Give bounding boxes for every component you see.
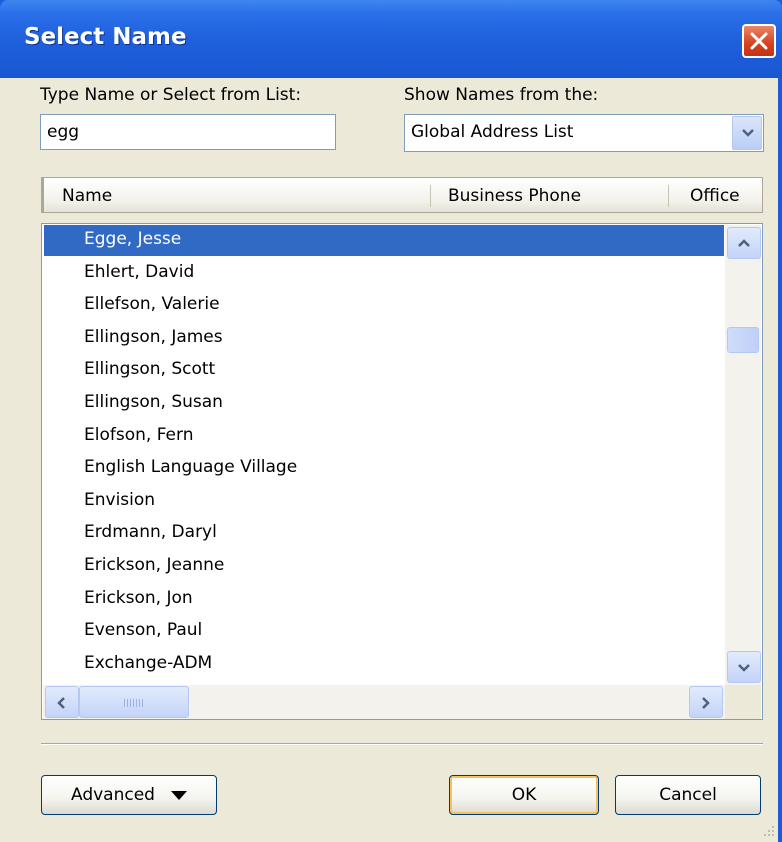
list-item[interactable]: Ehlert, David: [44, 258, 724, 289]
list-item[interactable]: English Language Village: [44, 453, 724, 484]
chevron-right-icon: [702, 697, 710, 709]
cancel-button[interactable]: Cancel: [615, 775, 761, 815]
address-list-dropdown[interactable]: Global Address List: [404, 114, 764, 152]
scroll-left-button[interactable]: [45, 686, 79, 718]
cancel-button-label: Cancel: [659, 785, 717, 805]
list-item[interactable]: Erickson, Jon: [44, 584, 724, 615]
list-item-name: Ehlert, David: [84, 261, 195, 282]
list-item-name: English Language Village: [84, 457, 298, 478]
list-item[interactable]: Ellingson, Scott: [44, 355, 724, 386]
advanced-button-label: Advanced: [71, 785, 155, 805]
column-header-office[interactable]: Office: [690, 186, 740, 206]
column-header-name[interactable]: Name: [62, 186, 112, 206]
select-name-dialog: Select Name Type Name or Select from Lis…: [0, 0, 782, 842]
vertical-scroll-thumb[interactable]: [727, 327, 759, 353]
grip-icon: [124, 699, 144, 707]
list-item-name: Erickson, Jon: [84, 587, 193, 608]
scroll-up-button[interactable]: [727, 227, 761, 259]
list-item[interactable]: Envision: [44, 486, 724, 517]
caret-down-icon: [170, 790, 187, 800]
resize-grip-icon[interactable]: [760, 822, 776, 838]
list-item-name: Ellingson, Scott: [84, 359, 216, 380]
list-item[interactable]: Ellefson, Valerie: [44, 290, 724, 321]
list-item[interactable]: Erickson, Jeanne: [44, 551, 724, 582]
list-item[interactable]: Exchange-ADM: [44, 649, 724, 680]
scrollbar-corner: [725, 685, 761, 719]
scroll-down-button[interactable]: [727, 651, 761, 683]
address-source-label: Show Names from the:: [404, 85, 599, 105]
vertical-scrollbar[interactable]: [725, 225, 761, 685]
list-item[interactable]: Ellingson, Susan: [44, 388, 724, 419]
list-item-name: Egge, Jesse: [84, 229, 182, 249]
title-bar[interactable]: Select Name: [0, 0, 782, 78]
list-item-name: Ellefson, Valerie: [84, 294, 220, 315]
list-item-name: Erdmann, Daryl: [84, 522, 217, 543]
column-header-business-phone[interactable]: Business Phone: [448, 186, 581, 206]
list-item[interactable]: Elofson, Fern: [44, 421, 724, 452]
horizontal-scrollbar[interactable]: [43, 685, 725, 719]
scroll-right-button[interactable]: [689, 686, 723, 718]
list-item-name: Envision: [84, 489, 156, 510]
chevron-down-icon: [738, 664, 750, 672]
dropdown-arrow-button[interactable]: [732, 116, 762, 150]
horizontal-scroll-thumb[interactable]: [79, 686, 189, 718]
chevron-left-icon: [57, 697, 65, 709]
search-label: Type Name or Select from List:: [40, 85, 302, 105]
list-item-name: Ellingson, Susan: [84, 392, 223, 412]
close-button[interactable]: [742, 24, 776, 58]
column-divider[interactable]: [430, 185, 431, 207]
list-item[interactable]: Erdmann, Daryl: [44, 518, 724, 549]
ok-button-label: OK: [511, 785, 537, 805]
list-item-name: Elofson, Fern: [84, 424, 194, 445]
chevron-down-icon: [742, 129, 754, 137]
search-input[interactable]: egg: [40, 114, 336, 150]
address-list-selected: Global Address List: [411, 122, 574, 142]
list-item-name: Ellingson, James: [84, 326, 223, 347]
list-header: Name Business Phone Office: [41, 177, 763, 213]
dialog-title: Select Name: [24, 24, 187, 50]
column-divider[interactable]: [668, 185, 669, 207]
names-list[interactable]: Egge, Jesse Ehlert, David Ellefson, Valeri…: [41, 223, 763, 720]
list-item[interactable]: Egge, Jesse: [44, 225, 724, 256]
list-item[interactable]: Evenson, Paul: [44, 616, 724, 647]
chevron-up-icon: [738, 239, 750, 247]
list-item-name: Evenson, Paul: [84, 620, 203, 641]
list-item-name: Exchange-ADM: [84, 652, 213, 673]
advanced-button[interactable]: Advanced: [41, 775, 217, 815]
close-icon: [750, 32, 768, 50]
list-item[interactable]: Ellingson, James: [44, 323, 724, 354]
ok-button[interactable]: OK: [449, 775, 599, 815]
list-item-name: Erickson, Jeanne: [84, 555, 225, 575]
separator-line: [41, 743, 763, 745]
